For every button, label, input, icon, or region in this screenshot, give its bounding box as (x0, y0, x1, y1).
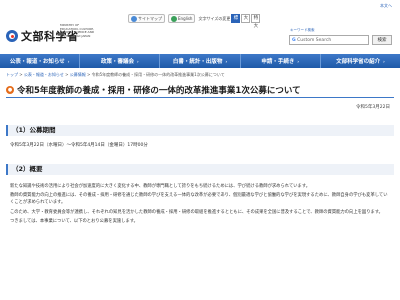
nav-item-news[interactable]: 公表・報道・お知らせ › (0, 54, 81, 68)
site-header: 文部科学省 MINISTRY OF EDUCATION, CULTURE, SP… (0, 0, 400, 54)
breadcrumb-home[interactable]: トップ (6, 72, 18, 77)
chevron-right-icon: › (383, 58, 385, 64)
bullet-icon: ● (6, 85, 14, 94)
nav-item-publications[interactable]: 白書・統計・出版物 › (160, 54, 241, 68)
search-input[interactable]: G Custom Search (289, 35, 369, 45)
section-heading-overview: （2）概要 (6, 164, 394, 175)
font-size-large-button[interactable]: 大 (241, 14, 251, 23)
utility-links: サイトマップ English 文字サイズの変更 標準 大 特大 (128, 14, 261, 29)
chevron-right-icon: › (67, 58, 70, 64)
sitemap-link[interactable]: サイトマップ (128, 14, 165, 23)
mext-logo-icon (6, 30, 18, 42)
logo-english-text: MINISTRY OF EDUCATION, CULTURE, SPORTS, … (60, 23, 95, 38)
nav-item-label: 白書・統計・出版物 (172, 59, 223, 65)
overview-body: 新たな知識や技術の活用により社会が加速度的に大きく変化する中、教師が専門職として… (10, 183, 390, 227)
overview-paragraph: 新たな知識や技術の活用により社会が加速度的に大きく変化する中、教師が専門職として… (10, 184, 311, 189)
breadcrumb-current: 令和5年度教師の養成・採用・研修の一体的改革推進事業1次公募について (91, 72, 225, 77)
overview-paragraph: このため、大学・教育委員会等が連携し、それぞれの知見を活かした教師の養成・採用・… (10, 209, 383, 215)
search-button[interactable]: 検索 (372, 35, 392, 45)
overview-paragraph: つきましては、本事業について、以下のとおり公募を実施します。 (10, 218, 138, 224)
nav-item-label: 公表・報道・お知らせ (9, 59, 65, 65)
search-label: キーワード検索 (290, 28, 315, 32)
nav-item-about[interactable]: 文部科学省の紹介 › (321, 54, 400, 68)
nav-item-applications[interactable]: 申請・手続き › (241, 54, 321, 68)
search-placeholder: Custom Search (297, 38, 332, 43)
chevron-right-icon: › (297, 58, 300, 64)
globe-icon (171, 15, 177, 22)
nav-item-label: 申請・手続き (261, 59, 295, 65)
breadcrumb-news[interactable]: 公表・報道・お知らせ (24, 72, 64, 77)
page-title: 令和5年度教師の養成・採用・研修の一体的改革推進事業1次公募について (17, 85, 301, 96)
font-size-xlarge-button[interactable]: 特大 (251, 14, 261, 29)
google-logo-icon: G (292, 38, 296, 43)
chevron-right-icon: › (225, 58, 228, 64)
english-label: English (178, 15, 193, 21)
english-link[interactable]: English (168, 14, 196, 23)
nav-item-label: 政策・審議会 (100, 59, 134, 65)
overview-paragraph: 教師の資質能力の向上の推進には、その養成・採用・研修を通じた教師の学びを支える一… (10, 193, 388, 206)
global-nav: 公表・報道・お知らせ › 政策・審議会 › 白書・統計・出版物 › 申請・手続き… (0, 54, 400, 68)
skip-to-content-link[interactable]: 本文へ (380, 3, 392, 9)
nav-item-label: 文部科学省の紹介 (336, 59, 381, 65)
page-title-bar: ● 令和5年度教師の養成・採用・研修の一体的改革推進事業1次公募について (6, 82, 394, 98)
nav-item-policy[interactable]: 政策・審議会 › (80, 54, 161, 68)
sitemap-icon (131, 15, 137, 22)
font-size-selector: 文字サイズの変更 標準 大 特大 (198, 14, 261, 29)
font-size-standard-button[interactable]: 標準 (231, 14, 241, 29)
font-size-label: 文字サイズの変更 (198, 15, 231, 21)
sitemap-label: サイトマップ (138, 15, 162, 21)
breadcrumb: トップ > 公表・報道・お知らせ > 公募情報 > 令和5年度教師の養成・採用・… (6, 72, 225, 77)
chevron-right-icon: › (136, 58, 139, 64)
application-period: 令和5年3月22日（水曜日）～令和5年4月14日（金曜日）17時00分 (10, 143, 148, 148)
breadcrumb-public-offering[interactable]: 公募情報 (70, 72, 86, 77)
publish-date: 令和5年3月22日 (356, 105, 390, 110)
section-heading-period: （1）公募期間 (6, 125, 394, 136)
